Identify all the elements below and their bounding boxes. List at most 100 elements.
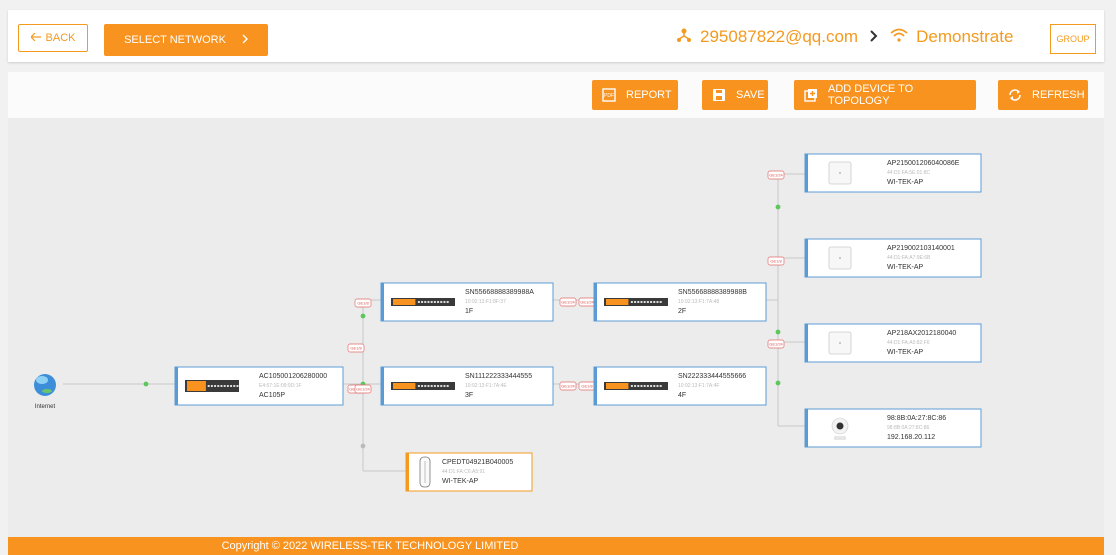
chevron-right-icon [242, 34, 248, 47]
device-mac: 44:D1:FA:A0:82:F6 [887, 340, 930, 346]
access-point-icon [828, 246, 852, 270]
port-badge-label: GE1/8 [581, 384, 593, 389]
internet-node[interactable]: Internet [34, 374, 56, 410]
topology-graph: GE1/8 GE1/24 GE1/24 GE1/24 GE1/24 GE1/8 GE1/24… [34, 153, 982, 492]
account-link[interactable]: 295087822@qq.com [700, 27, 858, 47]
arrow-left-icon [29, 32, 41, 44]
svg-text:PDF: PDF [604, 93, 614, 99]
port-badge: GE1/24 [767, 170, 785, 180]
report-label: REPORT [626, 89, 672, 101]
add-box-icon [804, 88, 818, 102]
port-badge-label: GE1/24 [580, 300, 594, 305]
refresh-button[interactable]: REFRESH [998, 80, 1088, 110]
port-badge: GE1/8 [767, 256, 785, 266]
add-device-button[interactable]: ADD DEVICE TO TOPOLOGY [794, 80, 976, 110]
device-card[interactable]: AP215001206040086E 44:D1:FA:5E:01:8C WI-TE… [804, 153, 982, 193]
link-dot [775, 204, 781, 210]
port-badge-label: GE1/24 [769, 342, 783, 347]
toolbar: PDF REPORT SAVE ADD DEVICE TO TOPOLOGY R… [8, 72, 1104, 118]
switch-icon [391, 382, 455, 390]
topology-canvas: GE1/8 GE1/24 GE1/24 GE1/24 GE1/24 GE1/8 GE1/24… [8, 118, 1104, 537]
device-card[interactable]: SN111222333444555 10:92:13:F1:7A:4E 3F [380, 366, 554, 406]
pdf-icon: PDF [602, 88, 616, 102]
port-badge: GE1/8 [578, 381, 596, 391]
link-dot [775, 329, 781, 335]
device-mac: 44:D1:FA:5E:01:8C [887, 170, 930, 176]
device-card-accent [594, 367, 597, 405]
device-card[interactable]: AP218AX2012180040 44:D1:FA:A0:82:F6 WI-TEK… [804, 323, 982, 363]
device-mac: 10:92:13:F1:7A:4E [465, 383, 507, 389]
device-name: SN111222333444555 [465, 373, 532, 380]
link-dot [360, 313, 366, 319]
device-card-accent [805, 324, 808, 362]
save-label: SAVE [736, 89, 765, 101]
top-bar: BACK SELECT NETWORK 295087822@qq.com Dem… [8, 10, 1104, 62]
port-badge-label: GE1/24 [356, 387, 370, 392]
device-mac: 10:92:13:F1:7A:4F [678, 383, 719, 389]
device-card-accent [805, 154, 808, 192]
device-card[interactable]: CPEDT04921B040005 44:D1:FA:C6:A5:91 WI-TEK… [405, 452, 533, 492]
device-card[interactable]: AC105001206280000 E4:67:1E:09:9D:1F AC105P [174, 366, 344, 406]
controller-icon [185, 380, 239, 392]
device-label: WI-TEK-AP [442, 478, 478, 485]
switch-icon [604, 298, 668, 306]
access-point-icon [828, 331, 852, 355]
device-label: WI-TEK-AP [887, 349, 923, 356]
port-badge: GE1/24 [559, 381, 577, 391]
device-mac: 98:8B:0A:27:8C:86 [887, 425, 929, 431]
port-badge: GE1/24 [559, 297, 577, 307]
footer: Copyright © 2022 WIRELESS-TEK TECHNOLOGY… [8, 537, 1104, 555]
port-badge-label: GE1/8 [357, 301, 369, 306]
link-dot [360, 443, 366, 449]
device-label: WI-TEK-AP [887, 264, 923, 271]
device-card[interactable]: AP219002103140001 44:D1:FA:A7:9E:6B WI-TEK… [804, 238, 982, 278]
device-card[interactable]: SN55668888389988A 10:92:13:F1:8F:37 1F [380, 282, 554, 322]
port-badge-label: GE1/8 [770, 259, 782, 264]
wifi-icon [890, 27, 908, 47]
group-button[interactable]: GROUP [1050, 24, 1096, 54]
device-label: 1F [465, 308, 473, 315]
device-card-accent [594, 283, 597, 321]
port-badge: GE1/8 [354, 298, 372, 308]
port-badge: GE1/24 [767, 339, 785, 349]
network-name[interactable]: Demonstrate [916, 27, 1013, 47]
add-device-label: ADD DEVICE TO TOPOLOGY [828, 83, 914, 107]
device-mac: 44:D1:FA:C6:A5:91 [442, 469, 485, 475]
link-dot [143, 381, 149, 387]
port-badge: GE1/24 [354, 384, 372, 394]
device-name: 98:8B:0A:27:8C:86 [887, 415, 946, 422]
port-badge-label: GE1/24 [561, 384, 575, 389]
device-name: SN55668888389988B [678, 289, 747, 296]
device-card[interactable]: 98:8B:0A:27:8C:86 98:8B:0A:27:8C:86 192.16… [804, 408, 982, 448]
copyright-text: Copyright © 2022 WIRELESS-TEK TECHNOLOGY… [221, 540, 519, 552]
save-button[interactable]: SAVE [702, 80, 768, 110]
device-label: 192.168.20.112 [887, 434, 935, 441]
switch-icon [391, 298, 455, 306]
port-badge: GE1/24 [578, 297, 596, 307]
device-name: AP215001206040086E [887, 160, 960, 167]
port-badge-label: GE1/24 [769, 173, 783, 178]
device-card[interactable]: SN55668888389988B 10:92:13:F1:7A:48 2F [593, 282, 767, 322]
port-badge-label: GE1/24 [561, 300, 575, 305]
report-button[interactable]: PDF REPORT [592, 80, 678, 110]
cpe-icon [419, 456, 431, 488]
port-badge-label: GE1/8 [350, 346, 362, 351]
device-mac: 10:92:13:F1:8F:37 [465, 299, 506, 305]
device-label: WI-TEK-AP [887, 179, 923, 186]
device-card[interactable]: SN222333444555666 10:92:13:F1:7A:4F 4F [593, 366, 767, 406]
device-card-accent [381, 283, 384, 321]
link-dot [775, 380, 781, 386]
device-name: AC105001206280000 [259, 373, 327, 380]
network-icon [676, 27, 692, 48]
save-icon [712, 88, 726, 102]
device-card-accent [805, 239, 808, 277]
device-mac: E4:67:1E:09:9D:1F [259, 383, 302, 389]
device-card-accent [175, 367, 178, 405]
device-name: AP219002103140001 [887, 245, 955, 252]
back-button[interactable]: BACK [18, 24, 88, 52]
device-label: 4F [678, 392, 686, 399]
breadcrumb: 295087822@qq.com Demonstrate [676, 23, 1013, 51]
device-card-accent [805, 409, 808, 447]
select-network-button[interactable]: SELECT NETWORK [104, 24, 268, 56]
internet-label: Internet [35, 404, 56, 410]
